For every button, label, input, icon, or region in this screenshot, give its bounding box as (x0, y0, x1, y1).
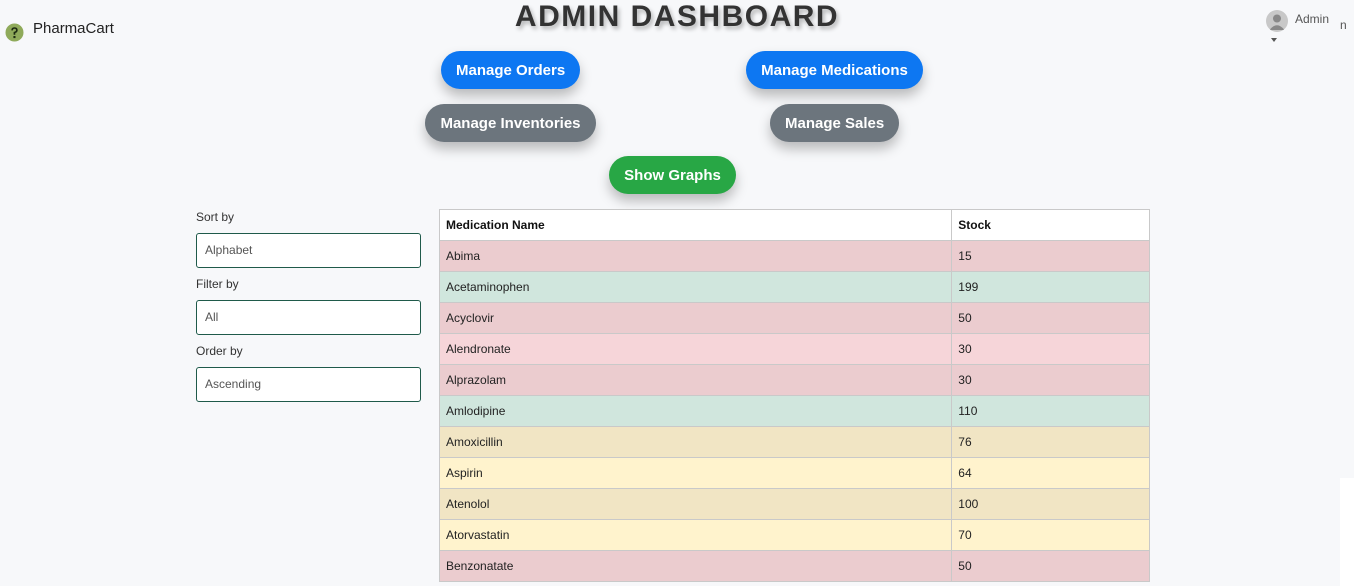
table-row[interactable]: Benzonatate 50 (438, 550, 1150, 582)
filter-by-select[interactable]: All (196, 300, 421, 335)
medication-name-cell: Amoxicillin (438, 426, 953, 458)
medication-name-cell: Acyclovir (438, 302, 953, 334)
table-row[interactable]: Amoxicillin 76 (438, 426, 1150, 458)
medication-name-cell: Alendronate (438, 333, 953, 365)
stock-cell: 100 (951, 488, 1150, 520)
table-row[interactable]: Alprazolam 30 (438, 364, 1150, 396)
medication-stock-table: Medication Name Stock Abima 15 Acetaminoph… (438, 209, 1150, 582)
order-by-label: Order by (196, 344, 243, 358)
stock-cell: 50 (951, 302, 1150, 334)
stock-cell: 64 (951, 457, 1150, 489)
table-row[interactable]: Alendronate 30 (438, 333, 1150, 365)
column-header-medication-name[interactable]: Medication Name (438, 209, 953, 241)
stock-cell: 30 (951, 333, 1150, 365)
user-menu[interactable]: Admin n (1266, 10, 1347, 42)
right-edge-strip (1340, 478, 1354, 586)
page-title: ADMIN DASHBOARD (514, 0, 840, 33)
manage-orders-button[interactable]: Manage Orders (441, 51, 580, 89)
medication-name-cell: Aspirin (438, 457, 953, 489)
stock-cell: 199 (951, 271, 1150, 303)
manage-inventories-button[interactable]: Manage Inventories (425, 104, 596, 142)
table-row[interactable]: Atenolol 100 (438, 488, 1150, 520)
stock-cell: 30 (951, 364, 1150, 396)
medication-name-cell: Amlodipine (438, 395, 953, 427)
order-by-select[interactable]: Ascending (196, 367, 421, 402)
manage-sales-button[interactable]: Manage Sales (770, 104, 899, 142)
medication-name-cell: Atenolol (438, 488, 953, 520)
stock-cell: 50 (951, 550, 1150, 582)
user-avatar-icon[interactable] (1266, 10, 1288, 32)
column-header-stock[interactable]: Stock (951, 209, 1150, 241)
filter-panel: Sort by Alphabet Filter by All Order by … (196, 210, 422, 411)
medication-name-cell: Atorvastatin (438, 519, 953, 551)
admin-dashboard-page: PharmaCart ADMIN DASHBOARD Admin n Manag… (0, 0, 1354, 586)
chevron-down-icon[interactable] (1271, 38, 1277, 42)
sort-by-select[interactable]: Alphabet (196, 233, 421, 268)
table-row[interactable]: Acetaminophen 199 (438, 271, 1150, 303)
user-extra-text: n (1340, 18, 1347, 32)
sort-by-label: Sort by (196, 210, 235, 224)
table-header-row: Medication Name Stock (438, 209, 1150, 241)
filter-by-label: Filter by (196, 277, 239, 291)
stock-cell: 15 (951, 240, 1150, 272)
stock-cell: 110 (951, 395, 1150, 427)
table-row[interactable]: Aspirin 64 (438, 457, 1150, 489)
table-row[interactable]: Acyclovir 50 (438, 302, 1150, 334)
medication-name-cell: Abima (438, 240, 953, 272)
table-row[interactable]: Atorvastatin 70 (438, 519, 1150, 551)
medication-name-cell: Acetaminophen (438, 271, 953, 303)
user-name: Admin (1295, 12, 1330, 26)
table-row[interactable]: Abima 15 (438, 240, 1150, 272)
medication-table-container: Medication Name Stock Abima 15 Acetaminoph… (438, 209, 1150, 582)
show-graphs-button[interactable]: Show Graphs (609, 156, 736, 194)
stock-cell: 76 (951, 426, 1150, 458)
manage-medications-button[interactable]: Manage Medications (746, 51, 923, 89)
medication-name-cell: Benzonatate (438, 550, 953, 582)
stock-cell: 70 (951, 519, 1150, 551)
table-row[interactable]: Amlodipine 110 (438, 395, 1150, 427)
medication-name-cell: Alprazolam (438, 364, 953, 396)
